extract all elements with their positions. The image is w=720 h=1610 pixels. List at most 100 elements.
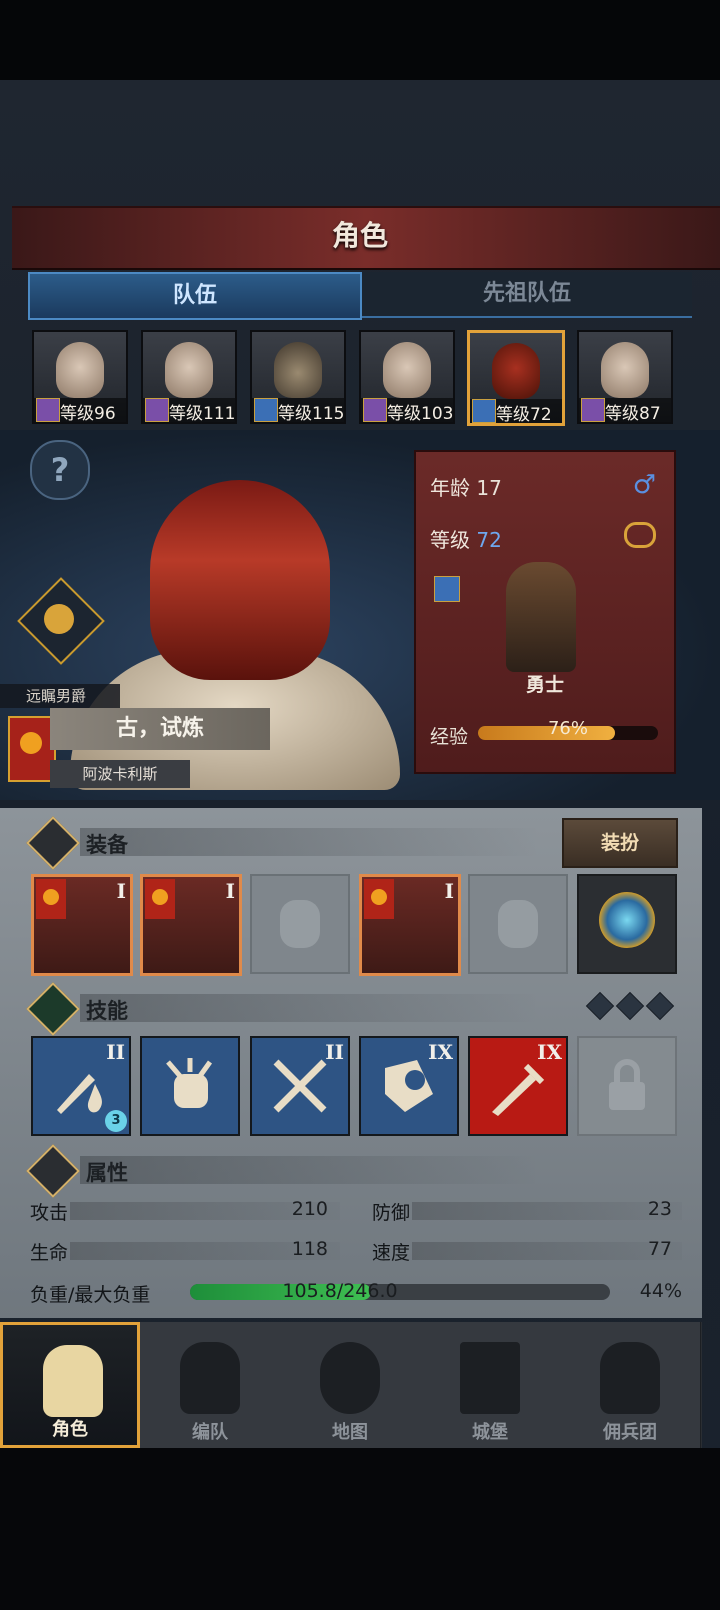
- potion-icon: [44, 604, 74, 634]
- compass-icon: [320, 1342, 380, 1414]
- party-member-1[interactable]: 等级96: [32, 330, 128, 424]
- sun-banner-icon: [36, 879, 66, 919]
- level-bar: 等级115: [252, 398, 345, 424]
- banner-icon: [600, 1342, 660, 1414]
- crossed-swords-icon: [273, 1059, 327, 1113]
- portrait-face: [274, 342, 322, 398]
- class-name: 勇士: [525, 674, 564, 696]
- skill-slot-1[interactable]: II 3: [31, 1036, 131, 1136]
- xp-text: 76%: [547, 718, 588, 739]
- skill-slot-2[interactable]: [140, 1036, 240, 1136]
- ring-icon: [599, 892, 655, 948]
- nav-castle[interactable]: 城堡: [420, 1322, 561, 1448]
- level-bar: 等级111: [143, 398, 236, 424]
- attack-label: 攻击: [30, 1202, 69, 1224]
- ring-icon: [624, 522, 656, 548]
- sword-icon: [434, 576, 460, 602]
- hero-figure: [506, 562, 576, 672]
- male-icon: ♂: [632, 470, 656, 500]
- defense-value: 23: [647, 1198, 672, 1220]
- page-title: 角色: [331, 219, 388, 252]
- age-label: 年龄: [430, 476, 470, 500]
- level-label: 等级: [430, 528, 470, 552]
- level-text: 等级115: [278, 404, 345, 424]
- bottom-bar: [0, 1448, 720, 1610]
- equip-slot-2[interactable]: I: [140, 874, 242, 976]
- hp-value: 118: [291, 1238, 328, 1260]
- nav-formation[interactable]: 编队: [140, 1322, 281, 1448]
- skill-slot-3[interactable]: II: [250, 1036, 350, 1136]
- hero-origin: 阿波卡利斯: [50, 760, 190, 788]
- skill-slot-locked[interactable]: [577, 1036, 677, 1136]
- equip-slot-1[interactable]: I: [31, 874, 133, 976]
- equip-slot-boots[interactable]: [468, 874, 568, 974]
- party-member-5[interactable]: 等级72: [467, 330, 565, 426]
- load-label: 负重/最大负重: [30, 1284, 151, 1306]
- staff-icon: [145, 398, 169, 422]
- help-button[interactable]: ?: [30, 440, 90, 500]
- load-percent: 44%: [639, 1280, 682, 1302]
- boots-icon: [498, 900, 538, 948]
- hero-name[interactable]: 古，试炼: [50, 708, 270, 750]
- nav-label: 编队: [192, 1422, 228, 1443]
- sun-banner-icon: [8, 716, 56, 782]
- sword-icon: [472, 399, 496, 423]
- level-text: 等级103: [387, 404, 454, 424]
- defense-label: 防御: [372, 1202, 411, 1224]
- knight-icon: [43, 1345, 103, 1417]
- portrait-face: [56, 342, 104, 398]
- hero-info-card: 年龄 17 ♂ 等级 72 勇士 经验 76%: [414, 450, 676, 774]
- skill-slot-4[interactable]: IX: [359, 1036, 459, 1136]
- nav-label: 角色: [52, 1419, 88, 1440]
- equip-slot-ring[interactable]: [577, 874, 677, 974]
- fist-icon: [166, 1058, 213, 1108]
- xp-label: 经验: [430, 726, 469, 748]
- nav-label: 地图: [332, 1422, 368, 1443]
- staff-icon: [36, 398, 60, 422]
- staff-icon: [581, 398, 605, 422]
- tier-label: II: [106, 1040, 125, 1064]
- castle-icon: [460, 1342, 520, 1414]
- portrait-face: [492, 343, 540, 399]
- tier-label: I: [116, 879, 126, 903]
- charge-badge: 3: [105, 1110, 127, 1132]
- skills-label: 技能: [86, 999, 128, 1023]
- helmet-icon: [280, 900, 320, 948]
- tier-label: IX: [428, 1040, 453, 1064]
- tier-label: IX: [537, 1040, 562, 1064]
- party-member-3[interactable]: 等级115: [250, 330, 346, 424]
- dress-button[interactable]: 装扮: [562, 818, 678, 868]
- equip-slot-4[interactable]: I: [359, 874, 461, 976]
- sword-drop-icon: [57, 1074, 102, 1114]
- load-text: 105.8/246.0: [282, 1280, 398, 1302]
- tab-party[interactable]: 队伍: [28, 272, 362, 320]
- tier-label: I: [225, 879, 235, 903]
- sun-banner-icon: [364, 879, 394, 919]
- top-bar: [0, 0, 720, 80]
- portrait-face: [601, 342, 649, 398]
- nav-map[interactable]: 地图: [280, 1322, 421, 1448]
- party-member-6[interactable]: 等级87: [577, 330, 673, 424]
- level-text: 等级96: [60, 404, 116, 424]
- level-bar: 等级72: [470, 399, 562, 425]
- party-member-2[interactable]: 等级111: [141, 330, 237, 424]
- tier-label: II: [325, 1040, 344, 1064]
- nav-label: 佣兵团: [603, 1422, 657, 1443]
- hero-helmet: [150, 480, 330, 680]
- nav-character[interactable]: 角色: [0, 1322, 140, 1448]
- portrait-face: [383, 342, 431, 398]
- level-text: 等级87: [605, 404, 661, 424]
- level-bar: 等级96: [34, 398, 126, 424]
- party-member-4[interactable]: 等级103: [359, 330, 455, 424]
- tab-ancestor-party[interactable]: 先祖队伍: [362, 272, 692, 318]
- level-bar: 等级87: [579, 398, 671, 424]
- skill-slot-5[interactable]: IX: [468, 1036, 568, 1136]
- nav-mercenaries[interactable]: 佣兵团: [560, 1322, 701, 1448]
- tier-label: I: [444, 879, 454, 903]
- hp-label: 生命: [30, 1242, 69, 1264]
- equip-slot-helmet[interactable]: [250, 874, 350, 974]
- rank-title: 远瞩男爵: [0, 684, 120, 708]
- level-text: 等级72: [496, 405, 552, 425]
- speed-value: 77: [647, 1238, 672, 1260]
- level-text: 等级111: [169, 404, 236, 424]
